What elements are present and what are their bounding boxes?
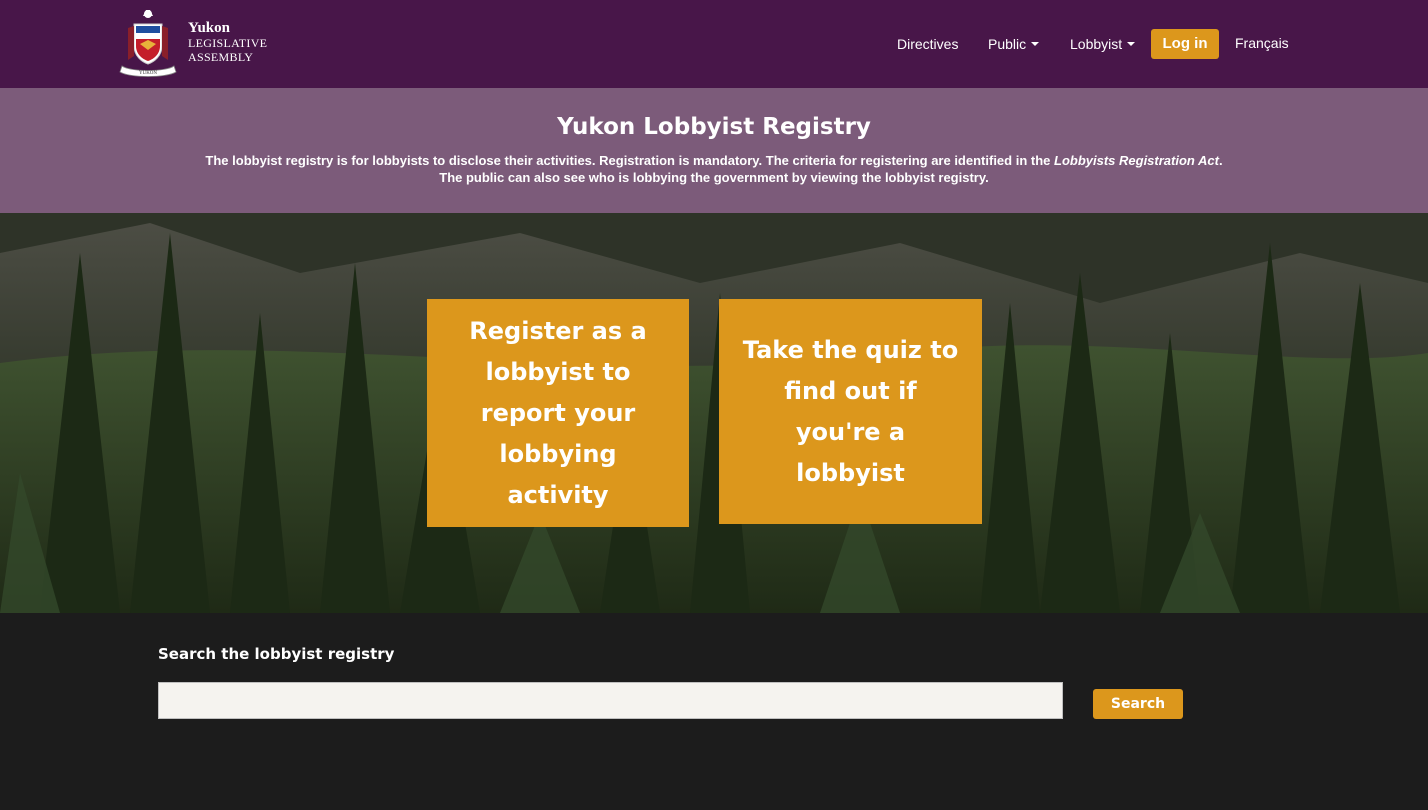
register-lobbyist-button[interactable]: Register as a lobbyist to report your lo… [427,299,689,527]
nav-directives[interactable]: Directives [897,29,958,59]
page-title: Yukon Lobbyist Registry [557,114,871,140]
registry-description: The lobbyist registry is for lobbyists t… [204,152,1224,186]
logo-name: Yukon [188,20,230,36]
hero-section: Register as a lobbyist to report your lo… [0,213,1428,613]
nav-lobbyist-dropdown[interactable]: Lobbyist [1070,29,1136,59]
yukon-crest-icon: YUKON [119,10,177,77]
logo-subtitle: LEGISLATIVE ASSEMBLY [188,36,268,64]
site-header: YUKON Yukon LEGISLATIVE ASSEMBLY Directi… [0,0,1428,88]
description-text-start: The lobbyist registry is for lobbyists t… [205,153,1054,168]
search-button[interactable]: Search [1093,689,1183,719]
crest-ribbon-text: YUKON [139,71,157,76]
search-input[interactable] [158,682,1063,719]
search-label: Search the lobbyist registry [158,645,395,663]
forest-background-image [0,213,1428,613]
nav-public-dropdown[interactable]: Public [988,29,1040,59]
language-toggle[interactable]: Français [1235,28,1289,58]
search-section: Search the lobbyist registry Search [0,613,1428,810]
site-logo[interactable]: YUKON Yukon LEGISLATIVE ASSEMBLY [118,8,278,80]
nav-lobbyist-label: Lobbyist [1070,36,1123,52]
lobbyist-quiz-button[interactable]: Take the quiz to find out if you're a lo… [719,299,982,524]
login-button[interactable]: Log in [1151,29,1219,59]
nav-public-label: Public [988,36,1027,52]
intro-banner: Yukon Lobbyist Registry The lobbyist reg… [0,88,1428,213]
caret-down-icon [1127,42,1136,47]
act-name: Lobbyists Registration Act [1054,153,1219,168]
caret-down-icon [1031,42,1040,47]
